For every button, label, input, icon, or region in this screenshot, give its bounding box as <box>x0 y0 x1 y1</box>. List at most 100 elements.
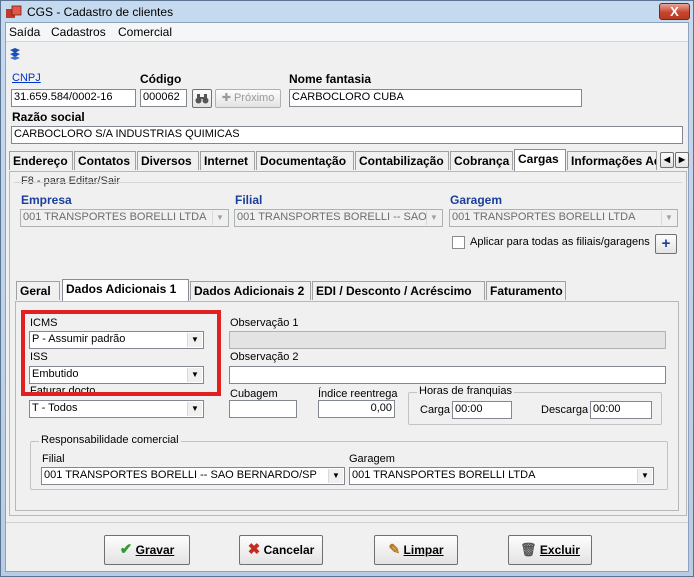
subtab-dados-adicionais-2[interactable]: Dados Adicionais 2 <box>190 281 311 300</box>
responsabilidade-label: Responsabilidade comercial <box>39 434 181 446</box>
observacao-1-field[interactable] <box>229 331 666 349</box>
limpar-label: Limpar <box>403 543 444 557</box>
razao-social-field[interactable]: CARBOCLORO S/A INDUSTRIAS QUIMICAS <box>11 126 683 144</box>
binoculars-button[interactable] <box>192 89 212 108</box>
cnpj-field[interactable]: 31.659.584/0002-16 <box>11 89 136 107</box>
observacao-1-label: Observação 1 <box>230 317 299 329</box>
nome-fantasia-label: Nome fantasia <box>289 72 372 86</box>
tab-diversos[interactable]: Diversos <box>137 151 199 170</box>
chevron-down-icon[interactable]: ▼ <box>426 211 441 225</box>
aplicar-checkbox[interactable] <box>452 236 465 249</box>
filial-label: Filial <box>235 193 263 207</box>
title-bar: CGS - Cadastro de clientes X <box>1 1 693 23</box>
tab-informacoes-adicionais[interactable]: Informações Ad <box>567 151 657 170</box>
icms-value: P - Assumir padrão <box>32 333 126 345</box>
excluir-button[interactable]: 🗑 Excluir <box>508 535 592 565</box>
observacao-2-label: Observação 2 <box>230 351 299 363</box>
tab-internet[interactable]: Internet <box>200 151 255 170</box>
codigo-field[interactable]: 000062 <box>140 89 187 107</box>
chevron-down-icon[interactable]: ▼ <box>187 368 202 382</box>
gravar-button[interactable]: ✔ Gravar <box>104 535 190 565</box>
excluir-label: Excluir <box>539 543 580 557</box>
menu-saida[interactable]: Saída <box>9 25 40 39</box>
resp-garagem-value: 001 TRANSPORTES BORELLI LTDA <box>352 469 536 481</box>
horas-franquias-label: Horas de franquias <box>417 385 514 397</box>
chevron-down-icon[interactable]: ▼ <box>328 469 343 483</box>
tab-scroll-left-button[interactable]: ◀ <box>660 152 674 168</box>
chevron-down-icon[interactable]: ▼ <box>637 469 652 483</box>
cargas-panel: F8 - para Editar/Sair Empresa 001 TRANSP… <box>9 171 687 516</box>
subtab-dados-adicionais-1[interactable]: Dados Adicionais 1 <box>62 279 189 301</box>
subtab-faturamento[interactable]: Faturamento <box>486 281 566 300</box>
window-title: CGS - Cadastro de clientes <box>27 5 174 19</box>
cubagem-field[interactable] <box>229 400 297 418</box>
tab-contatos[interactable]: Contatos <box>74 151 136 170</box>
cubagem-label: Cubagem <box>230 388 278 400</box>
descarga-field[interactable]: 00:00 <box>590 401 652 419</box>
proximo-label: Próximo <box>233 92 275 104</box>
add-button[interactable]: + <box>655 234 677 254</box>
iss-value: Embutido <box>32 368 79 380</box>
tab-cobranca[interactable]: Cobrança <box>450 151 513 170</box>
indice-reentrega-label: Índice reentrega <box>318 388 398 400</box>
limpar-button[interactable]: ✎ Limpar <box>374 535 458 565</box>
aplicar-label: Aplicar para todas as filiais/garagens <box>470 236 650 248</box>
resp-filial-label: Filial <box>42 453 65 465</box>
subtab-geral[interactable]: Geral <box>16 281 60 300</box>
filial-select[interactable]: 001 TRANSPORTES BORELLI -- SAO B ▼ <box>234 209 443 227</box>
cancelar-label: Cancelar <box>263 543 315 557</box>
tab-contabilizacao[interactable]: Contabilização <box>355 151 449 170</box>
proximo-button[interactable]: ✚ Próximo <box>215 89 281 108</box>
resp-garagem-select[interactable]: 001 TRANSPORTES BORELLI LTDA ▼ <box>349 467 654 485</box>
menu-divider <box>6 41 688 42</box>
cancelar-button[interactable]: ✖ Cancelar <box>239 535 323 565</box>
empresa-label: Empresa <box>21 193 72 207</box>
chevron-down-icon[interactable]: ▼ <box>212 211 227 225</box>
footer-divider <box>6 522 688 523</box>
menu-comercial[interactable]: Comercial <box>118 25 172 39</box>
icms-select[interactable]: P - Assumir padrão ▼ <box>29 331 204 349</box>
garagem-select[interactable]: 001 TRANSPORTES BORELLI LTDA ▼ <box>449 209 678 227</box>
empresa-select[interactable]: 001 TRANSPORTES BORELLI LTDA ▼ <box>20 209 229 227</box>
responsabilidade-group: Responsabilidade comercial Filial 001 TR… <box>30 434 668 490</box>
menu-bar: Saída Cadastros Comercial <box>6 23 688 41</box>
main-tab-strip: Endereço Contatos Diversos Internet Docu… <box>9 149 689 173</box>
iss-select[interactable]: Embutido ▼ <box>29 366 204 384</box>
carga-field[interactable]: 00:00 <box>452 401 512 419</box>
resp-garagem-label: Garagem <box>349 453 395 465</box>
edit-hint: F8 - para Editar/Sair <box>21 175 121 187</box>
chevron-down-icon[interactable]: ▼ <box>661 211 676 225</box>
app-icon <box>6 5 22 18</box>
sub-tab-strip: Geral Dados Adicionais 1 Dados Adicionai… <box>15 279 675 303</box>
hint-divider <box>14 182 682 183</box>
garagem-value: 001 TRANSPORTES BORELLI LTDA <box>452 211 636 223</box>
carga-label: Carga <box>420 404 450 416</box>
faturar-docto-label: Faturar docto <box>30 385 96 397</box>
horas-franquias-group: Horas de franquias Carga 00:00 Descarga … <box>408 385 662 425</box>
close-button[interactable]: X <box>659 3 690 20</box>
gravar-label: Gravar <box>135 543 175 557</box>
resp-filial-select[interactable]: 001 TRANSPORTES BORELLI -- SAO BERNARDO/… <box>41 467 345 485</box>
chevron-down-icon[interactable]: ▼ <box>187 333 202 347</box>
chevron-down-icon[interactable]: ▼ <box>187 402 202 416</box>
resp-filial-value: 001 TRANSPORTES BORELLI -- SAO BERNARDO/… <box>44 469 317 481</box>
tab-scroll-right-button[interactable]: ▶ <box>675 152 689 168</box>
razao-social-label: Razão social <box>12 110 85 124</box>
indice-reentrega-field[interactable]: 0,00 <box>318 400 395 418</box>
garagem-label: Garagem <box>450 193 503 207</box>
subtab-edi-desconto-acrescimo[interactable]: EDI / Desconto / Acréscimo <box>312 281 485 300</box>
nome-fantasia-field[interactable]: CARBOCLORO CUBA <box>289 89 582 107</box>
broom-icon: ✎ <box>388 541 401 557</box>
menu-cadastros[interactable]: Cadastros <box>51 25 106 39</box>
x-cancel-icon: ✖ <box>247 541 261 558</box>
faturar-docto-select[interactable]: T - Todos ▼ <box>29 400 204 418</box>
tab-cargas[interactable]: Cargas <box>514 149 566 171</box>
empresa-value: 001 TRANSPORTES BORELLI LTDA <box>23 211 207 223</box>
client-area: Saída Cadastros Comercial CNPJ 31.659.58… <box>5 22 689 572</box>
icms-label: ICMS <box>30 317 58 329</box>
cnpj-label[interactable]: CNPJ <box>12 72 41 84</box>
filial-value: 001 TRANSPORTES BORELLI -- SAO B <box>237 211 438 223</box>
tab-documentacao[interactable]: Documentação <box>256 151 354 170</box>
tab-endereco[interactable]: Endereço <box>9 151 73 170</box>
observacao-2-field[interactable] <box>229 366 666 384</box>
